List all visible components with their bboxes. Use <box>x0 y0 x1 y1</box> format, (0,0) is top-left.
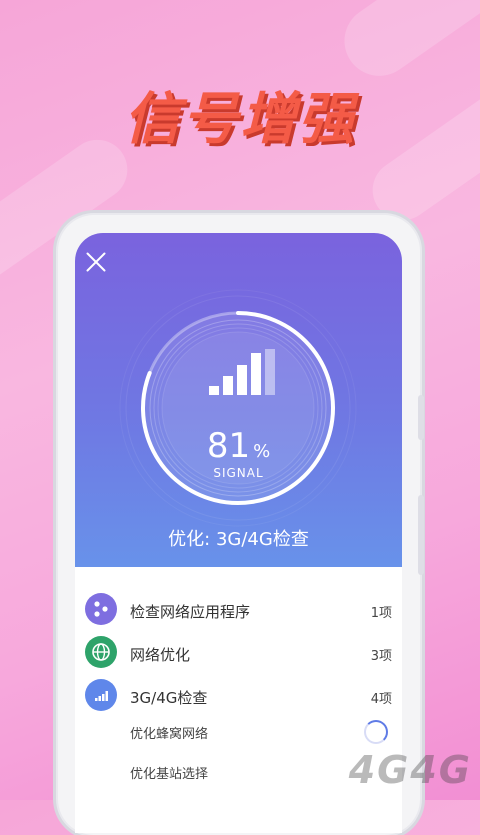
list-item[interactable]: 网络优化 3项 <box>75 632 402 672</box>
optimization-status: 优化: 3G/4G检查 <box>168 529 309 550</box>
close-icon[interactable] <box>83 249 109 275</box>
list-item[interactable]: 检查网络应用程序 1项 <box>75 589 402 629</box>
signal-percent-value: 81 <box>206 426 251 466</box>
list-item-count: 3项 <box>370 649 392 664</box>
signal-percent-sign: % <box>253 441 271 462</box>
signal-panel: 81% SIGNAL 优化: 3G/4G检查 <box>75 233 402 567</box>
sub-item-label: 优化蜂窝网络 <box>130 727 209 742</box>
watermark-logo: 4G4G <box>348 748 472 792</box>
signal-gauge <box>119 289 357 527</box>
app-screen: 81% SIGNAL 优化: 3G/4G检查 检查网络应用程序 1项 网络优化 … <box>75 233 402 833</box>
list-item-label: 网络优化 <box>130 646 191 664</box>
signal-icon <box>85 679 117 711</box>
signal-percent: 81% <box>75 426 402 466</box>
list-item-count: 4项 <box>370 692 392 707</box>
hero-title: 信号增强 <box>124 87 356 152</box>
signal-caption: SIGNAL <box>213 466 264 480</box>
dots-icon <box>85 593 117 625</box>
sub-item-label: 优化基站选择 <box>130 767 209 782</box>
list-item[interactable]: 3G/4G检查 4项 <box>75 675 402 715</box>
list-item-label: 检查网络应用程序 <box>130 603 251 621</box>
list-item-count: 1项 <box>370 606 392 621</box>
list-item-label: 3G/4G检查 <box>130 689 208 707</box>
phone-side-button <box>418 495 424 575</box>
phone-side-button <box>418 395 424 440</box>
loading-spinner-icon <box>364 720 388 744</box>
globe-icon <box>85 636 117 668</box>
